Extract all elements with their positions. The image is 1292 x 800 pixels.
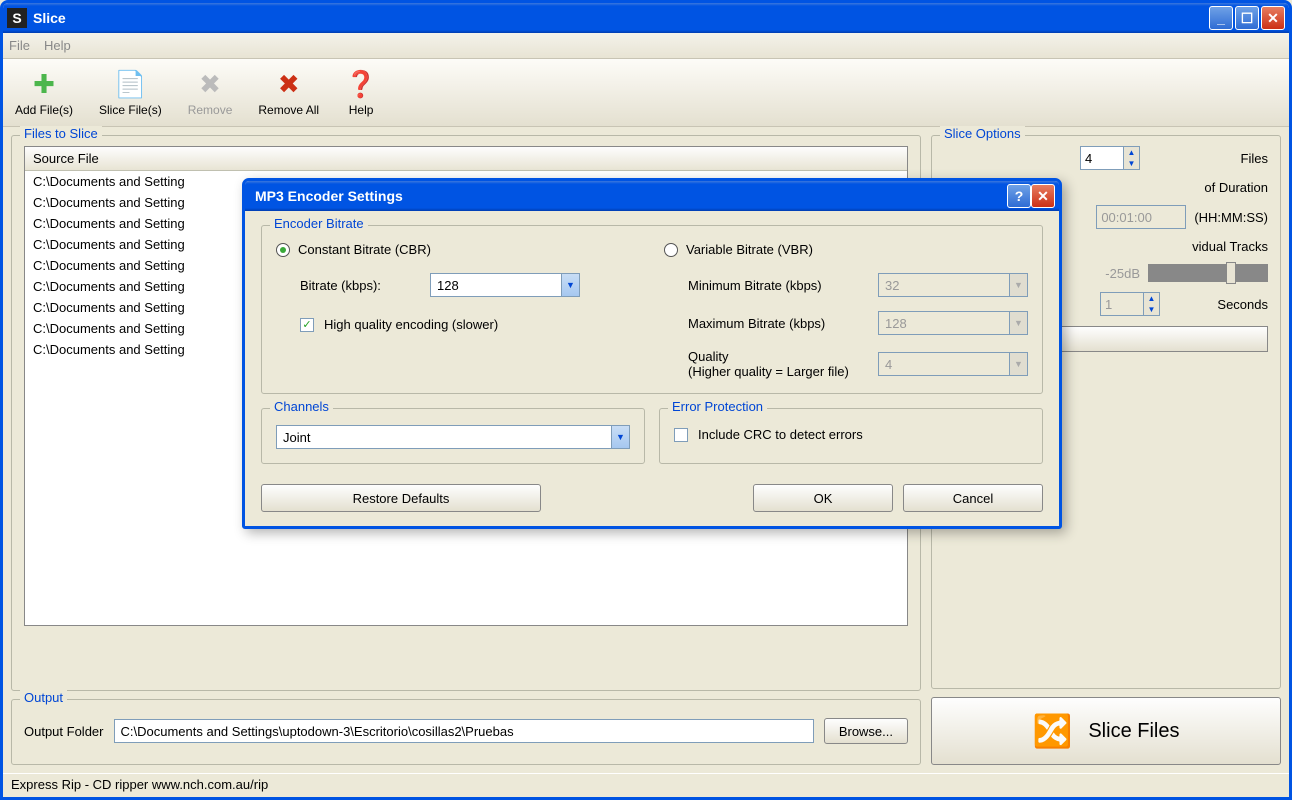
quality-label: Quality xyxy=(688,349,868,364)
slice-files-main-button[interactable]: 🔀 Slice Files xyxy=(931,697,1281,765)
spin-up-icon: ▲ xyxy=(1144,293,1159,304)
plus-icon: ✚ xyxy=(28,69,60,101)
encoder-bitrate-fieldset: Encoder Bitrate Constant Bitrate (CBR) B… xyxy=(261,225,1043,394)
files-legend: Files to Slice xyxy=(20,126,102,141)
threshold-slider[interactable] xyxy=(1148,264,1268,282)
quality-combo: 4 ▼ xyxy=(878,352,1028,376)
remove-button: ✖ Remove xyxy=(184,67,237,119)
spin-down-icon[interactable]: ▼ xyxy=(1124,158,1139,169)
dialog-close-button[interactable]: ✕ xyxy=(1031,184,1055,208)
titlebar[interactable]: S Slice _ ☐ ✕ xyxy=(3,3,1289,33)
close-button[interactable]: ✕ xyxy=(1261,6,1285,30)
chevron-down-icon: ▼ xyxy=(1009,353,1027,375)
files-label: Files xyxy=(1148,151,1268,166)
remove-all-button[interactable]: ✖ Remove All xyxy=(254,67,323,119)
slice-files-button[interactable]: 📄 Slice File(s) xyxy=(95,67,166,119)
min-bitrate-label: Minimum Bitrate (kbps) xyxy=(688,278,868,293)
seconds-label: Seconds xyxy=(1168,297,1268,312)
output-folder-label: Output Folder xyxy=(24,724,104,739)
output-group: Output Output Folder Browse... xyxy=(11,699,921,765)
menubar: File Help xyxy=(3,33,1289,59)
channels-legend: Channels xyxy=(270,399,333,414)
slider-thumb[interactable] xyxy=(1226,262,1236,284)
menu-help[interactable]: Help xyxy=(44,38,71,53)
vbr-radio[interactable] xyxy=(664,243,678,257)
toolbar: ✚ Add File(s) 📄 Slice File(s) ✖ Remove ✖… xyxy=(3,59,1289,127)
dialog-help-button[interactable]: ? xyxy=(1007,184,1031,208)
min-bitrate-combo: 32 ▼ xyxy=(878,273,1028,297)
chevron-down-icon: ▼ xyxy=(611,426,629,448)
crc-checkbox[interactable] xyxy=(674,428,688,442)
cbr-radio[interactable] xyxy=(276,243,290,257)
error-protection-fieldset: Error Protection Include CRC to detect e… xyxy=(659,408,1043,464)
db-label: -25dB xyxy=(1105,266,1140,281)
statusbar: Express Rip - CD ripper www.nch.com.au/r… xyxy=(3,773,1289,797)
tracks-label: vidual Tracks xyxy=(1192,239,1268,254)
duration-spinner: 00:01:00 xyxy=(1096,205,1186,229)
app-icon: S xyxy=(7,8,27,28)
max-bitrate-label: Maximum Bitrate (kbps) xyxy=(688,316,868,331)
spin-down-icon: ▼ xyxy=(1144,304,1159,315)
bitrate-legend: Encoder Bitrate xyxy=(270,216,368,231)
output-folder-input[interactable] xyxy=(114,719,814,743)
remove-icon: ✖ xyxy=(194,69,226,101)
dialog-title: MP3 Encoder Settings xyxy=(255,188,1007,204)
duration-label: of Duration xyxy=(1204,180,1268,195)
dialog-titlebar[interactable]: MP3 Encoder Settings ? ✕ xyxy=(245,181,1059,211)
ok-button[interactable]: OK xyxy=(753,484,893,512)
help-icon: ❓ xyxy=(345,69,377,101)
slice-action-icon: 🔀 xyxy=(1033,712,1073,750)
hq-label: High quality encoding (slower) xyxy=(324,317,498,332)
spin-up-icon[interactable]: ▲ xyxy=(1124,147,1139,158)
add-files-button[interactable]: ✚ Add File(s) xyxy=(11,67,77,119)
help-button[interactable]: ❓ Help xyxy=(341,67,381,119)
window-title: Slice xyxy=(33,10,1209,26)
chevron-down-icon: ▼ xyxy=(1009,312,1027,334)
chevron-down-icon: ▼ xyxy=(1009,274,1027,296)
seconds-spinner: 1 ▲▼ xyxy=(1100,292,1160,316)
bitrate-label: Bitrate (kbps): xyxy=(300,278,420,293)
error-legend: Error Protection xyxy=(668,399,767,414)
quality-sublabel: (Higher quality = Larger file) xyxy=(688,364,868,379)
max-bitrate-combo: 128 ▼ xyxy=(878,311,1028,335)
cancel-button[interactable]: Cancel xyxy=(903,484,1043,512)
maximize-button[interactable]: ☐ xyxy=(1235,6,1259,30)
crc-label: Include CRC to detect errors xyxy=(698,427,863,442)
source-file-header[interactable]: Source File xyxy=(25,147,907,171)
channels-combo[interactable]: Joint ▼ xyxy=(276,425,630,449)
high-quality-checkbox[interactable]: ✓ xyxy=(300,318,314,332)
restore-defaults-button[interactable]: Restore Defaults xyxy=(261,484,541,512)
vbr-label: Variable Bitrate (VBR) xyxy=(686,242,813,257)
menu-file[interactable]: File xyxy=(9,38,30,53)
cbr-label: Constant Bitrate (CBR) xyxy=(298,242,431,257)
slice-icon: 📄 xyxy=(114,69,146,101)
channels-fieldset: Channels Joint ▼ xyxy=(261,408,645,464)
files-count-spinner[interactable]: 4 ▲▼ xyxy=(1080,146,1140,170)
minimize-button[interactable]: _ xyxy=(1209,6,1233,30)
mp3-encoder-settings-dialog: MP3 Encoder Settings ? ✕ Encoder Bitrate… xyxy=(242,178,1062,529)
chevron-down-icon: ▼ xyxy=(561,274,579,296)
remove-all-icon: ✖ xyxy=(273,69,305,101)
slice-options-legend: Slice Options xyxy=(940,126,1025,141)
output-legend: Output xyxy=(20,690,67,705)
duration-unit: (HH:MM:SS) xyxy=(1194,210,1268,225)
bitrate-combo[interactable]: 128 ▼ xyxy=(430,273,580,297)
browse-button[interactable]: Browse... xyxy=(824,718,908,744)
